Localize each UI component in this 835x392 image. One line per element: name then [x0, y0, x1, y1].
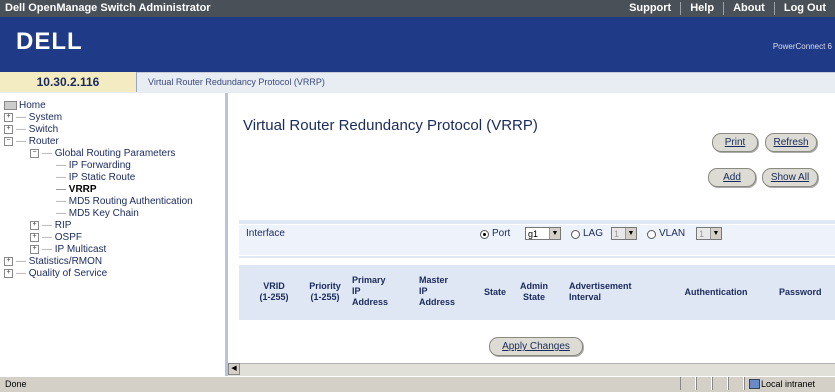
print-button[interactable]: Print [712, 133, 758, 152]
add-button[interactable]: Add [708, 168, 756, 187]
tree-item-router[interactable]: − — Router [4, 136, 59, 148]
horizontal-scrollbar[interactable] [228, 363, 835, 376]
tree-item-vrrp[interactable]: — VRRP [56, 184, 97, 196]
dropdown-arrow-icon: ▼ [625, 228, 636, 239]
status-cell [728, 377, 744, 390]
expand-icon[interactable]: + [4, 256, 13, 266]
tree-item-ip-multicast[interactable]: + — IP Multicast [30, 244, 106, 256]
apply-changes-button[interactable]: Apply Changes [489, 337, 583, 356]
col-state: State [483, 287, 506, 297]
interface-label: Interface [246, 228, 285, 239]
product-name: PowerConnect 6 [772, 42, 832, 51]
status-cell [696, 377, 712, 390]
dropdown-arrow-icon: ▼ [710, 228, 721, 239]
status-cell [712, 377, 728, 390]
help-link[interactable]: Help [680, 2, 723, 15]
zone-text: Local intranet [761, 379, 816, 389]
page-title: Virtual Router Redundancy Protocol (VRRP… [243, 117, 538, 134]
expand-icon[interactable]: + [30, 220, 39, 230]
vlan-select[interactable]: 1 ▼ [696, 227, 722, 240]
col-priority: Priority (1-255) [309, 281, 341, 302]
port-label: Port [492, 228, 511, 239]
col-password: Password [779, 287, 822, 297]
tree-item-md5-key-chain[interactable]: — MD5 Key Chain [56, 208, 139, 220]
breadcrumb: Virtual Router Redundancy Protocol (VRRP… [148, 77, 325, 87]
banner [0, 17, 835, 72]
top-bar: Dell OpenManage Switch Administrator Sup… [0, 0, 835, 17]
support-link[interactable]: Support [620, 2, 680, 15]
port-select[interactable]: g1 ▼ [525, 227, 561, 240]
lag-radio[interactable] [571, 230, 580, 239]
tree-item-home[interactable]: Home [4, 100, 46, 112]
expand-icon[interactable]: + [30, 232, 39, 242]
dropdown-arrow-icon: ▼ [549, 228, 560, 239]
expand-icon[interactable]: + [4, 124, 13, 134]
expand-icon[interactable]: + [4, 112, 13, 122]
scroll-left-icon[interactable]: ◀ [228, 363, 240, 375]
col-vrid: VRID (1-255) [259, 281, 289, 302]
col-primary-ip: Primary IP Address [352, 275, 389, 307]
status-cell [680, 377, 696, 390]
collapse-icon[interactable]: − [4, 136, 13, 146]
collapse-icon[interactable]: − [30, 148, 39, 158]
tree-item-ip-static-route[interactable]: — IP Static Route [56, 172, 135, 184]
refresh-button[interactable]: Refresh [765, 133, 817, 152]
lag-select[interactable]: 1 ▼ [611, 227, 637, 240]
dell-logo: DELL [16, 28, 83, 55]
tree-item-md5-auth[interactable]: — MD5 Routing Authentication [56, 196, 193, 208]
logout-link[interactable]: Log Out [773, 2, 835, 15]
about-link[interactable]: About [723, 2, 774, 15]
tree-item-ip-forwarding[interactable]: — IP Forwarding [56, 160, 131, 172]
tree-item-system[interactable]: + — System [4, 112, 62, 124]
vlan-radio[interactable] [647, 230, 656, 239]
lag-label: LAG [583, 228, 604, 239]
tree-item-statistics[interactable]: + — Statistics/RMON [4, 256, 102, 268]
show-all-button[interactable]: Show All [762, 168, 818, 187]
vlan-label: VLAN [659, 228, 686, 239]
nav-tree: Home + — System + — Switch − — Router − — Gl… [0, 93, 228, 376]
folder-icon [4, 100, 17, 110]
tree-item-qos[interactable]: + — Quality of Service [4, 268, 107, 280]
expand-icon[interactable]: + [30, 244, 39, 254]
col-master-ip: Master IP Address [419, 275, 456, 307]
tree-item-global-routing[interactable]: − — Global Routing Parameters [30, 148, 175, 160]
app-title: Dell OpenManage Switch Administrator [5, 2, 211, 14]
col-admin-state: Admin State [520, 281, 548, 302]
intranet-icon [749, 379, 760, 389]
col-authentication: Authentication [684, 287, 748, 297]
top-nav: Support Help About Log Out [620, 0, 835, 17]
tree-item-ospf[interactable]: + — OSPF [30, 232, 82, 244]
tree-item-switch[interactable]: + — Switch [4, 124, 58, 136]
expand-icon[interactable]: + [4, 268, 13, 278]
port-radio[interactable] [480, 230, 489, 239]
device-ip: 10.30.2.116 [0, 72, 137, 92]
tree-item-rip[interactable]: + — RIP [30, 220, 71, 232]
status-text: Done [5, 379, 27, 389]
col-adv-interval: Advertisement Interval [569, 281, 632, 302]
